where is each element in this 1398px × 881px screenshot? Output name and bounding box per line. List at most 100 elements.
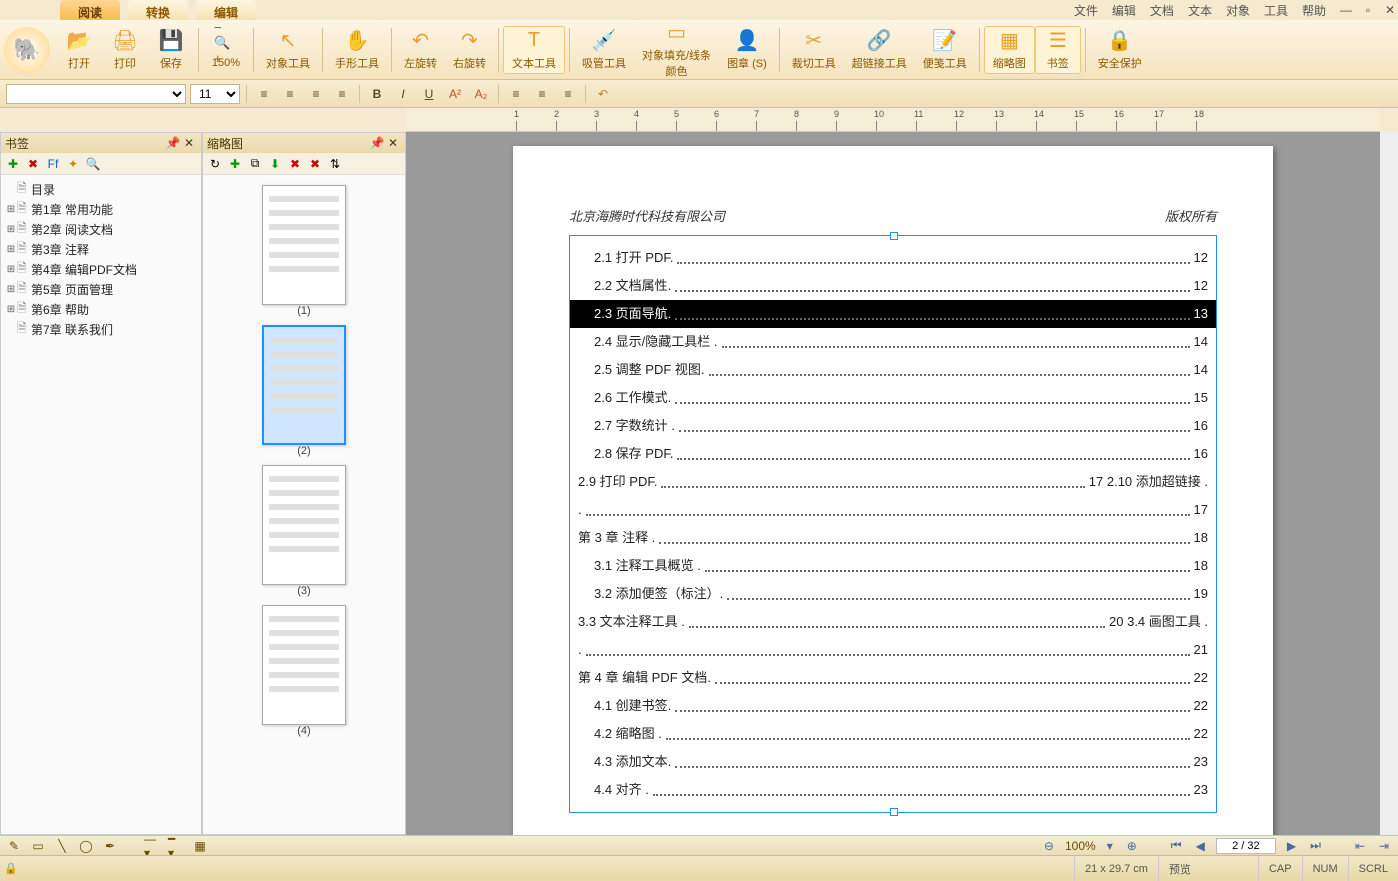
text-tool-button[interactable]: T文本工具 (503, 26, 565, 74)
menu-document[interactable]: 文档 (1144, 0, 1180, 21)
bookmark-item[interactable]: 🗎目录 (5, 179, 197, 199)
close-icon[interactable]: ✕ (1382, 2, 1398, 18)
line-style-icon[interactable]: — ▾ (144, 838, 160, 854)
save-button[interactable]: 💾保存 (148, 27, 194, 73)
bookmark-item[interactable]: ⊞🗎第1章 常用功能 (5, 199, 197, 219)
pencil-tool-icon[interactable]: ✎ (6, 838, 22, 854)
goto-bookmark-icon[interactable]: ✦ (65, 156, 81, 172)
zoom-dropdown-icon[interactable]: ▾ (1104, 839, 1116, 853)
first-page-icon[interactable]: ⏮ (1168, 838, 1185, 853)
line-spacing-3-button[interactable]: ≡ (557, 83, 579, 105)
subscript-button[interactable]: A₂ (470, 83, 492, 105)
toc-entry[interactable]: 2.2 文档属性.12 (570, 272, 1216, 300)
crop-button[interactable]: ✂裁切工具 (784, 27, 844, 73)
pen-tool-icon[interactable]: ✒ (102, 838, 118, 854)
app-logo-icon[interactable]: 🐘 (4, 27, 50, 73)
rect-tool-icon[interactable]: ▭ (30, 838, 46, 854)
ellipse-tool-icon[interactable]: ◯ (78, 838, 94, 854)
bookmark-item[interactable]: ⊞🗎第2章 阅读文档 (5, 219, 197, 239)
bookmark-item[interactable]: ⊞🗎第6章 帮助 (5, 299, 197, 319)
note-button[interactable]: 📝便笺工具 (915, 27, 975, 73)
thumbnail-page[interactable] (262, 465, 346, 585)
zoom-in-icon[interactable]: ⊕ (1124, 839, 1140, 853)
underline-button[interactable]: U (418, 83, 440, 105)
menu-edit[interactable]: 编辑 (1106, 0, 1142, 21)
add-page-icon[interactable]: ✚ (227, 156, 243, 172)
bookmark-button[interactable]: ☰书签 (1035, 26, 1081, 74)
tree-toggle-icon[interactable]: ⊞ (5, 244, 17, 255)
toc-entry[interactable]: 2.3 页面导航.13 (570, 300, 1216, 328)
prev-page-icon[interactable]: ◀ (1193, 839, 1208, 853)
vertical-scrollbar[interactable] (1380, 132, 1398, 835)
close-panel-icon[interactable]: ✕ (181, 135, 197, 151)
thumbnail-button[interactable]: ▦缩略图 (984, 26, 1035, 74)
eyedropper-button[interactable]: 💉吸管工具 (574, 27, 634, 73)
page-number-input[interactable] (1216, 838, 1276, 854)
history-forward-icon[interactable]: ⇥ (1376, 839, 1392, 853)
font-bookmark-icon[interactable]: Ff (45, 156, 61, 172)
last-page-icon[interactable]: ⏭ (1307, 838, 1324, 853)
maximize-icon[interactable]: ▫ (1360, 2, 1376, 18)
bookmark-item[interactable]: 🗎第7章 联系我们 (5, 319, 197, 339)
add-bookmark-icon[interactable]: ✚ (5, 156, 21, 172)
tree-toggle-icon[interactable]: ⊞ (5, 224, 17, 235)
pin-icon[interactable]: 📌 (165, 135, 181, 151)
zoom-out-icon[interactable]: ⊖ (1041, 839, 1057, 853)
tree-toggle-icon[interactable]: ⊞ (5, 304, 17, 315)
delete-bookmark-icon[interactable]: ✖ (25, 156, 41, 172)
rotate-thumb-icon[interactable]: ↻ (207, 156, 223, 172)
selected-text-box[interactable]: 2.1 打开 PDF.122.2 文档属性.122.3 页面导航.132.4 显… (569, 235, 1217, 813)
open-button[interactable]: 📂打开 (56, 27, 102, 73)
bookmark-item[interactable]: ⊞🗎第5章 页面管理 (5, 279, 197, 299)
superscript-button[interactable]: A² (444, 83, 466, 105)
object-tool-button[interactable]: ↖对象工具 (258, 27, 318, 73)
toc-entry[interactable]: 4.3 添加文本.23 (570, 748, 1216, 776)
copy-page-icon[interactable]: ⧉ (247, 156, 263, 172)
font-family-select[interactable] (6, 84, 186, 104)
toc-entry[interactable]: 4.2 缩略图 .22 (570, 720, 1216, 748)
delete-page-icon[interactable]: ✖ (287, 156, 303, 172)
menu-help[interactable]: 帮助 (1296, 0, 1332, 21)
align-left-button[interactable]: ≡ (253, 83, 275, 105)
rotate-left-button[interactable]: ↶左旋转 (396, 27, 445, 73)
undo-button[interactable]: ↶ (592, 83, 614, 105)
page-canvas[interactable]: 北京海腾时代科技有限公司 版权所有 2.1 打开 PDF.122.2 文档属性.… (513, 146, 1273, 835)
search-bookmark-icon[interactable]: 🔍 (85, 156, 101, 172)
tree-toggle-icon[interactable]: ⊞ (5, 264, 17, 275)
fill-line-button[interactable]: ▭对象填充/线条 颜色 (634, 19, 719, 81)
menu-text[interactable]: 文本 (1182, 0, 1218, 21)
toc-entry[interactable]: 2.5 调整 PDF 视图.14 (570, 356, 1216, 384)
close-panel-icon[interactable]: ✕ (385, 135, 401, 151)
toc-entry[interactable]: 4.4 对齐 .23 (570, 776, 1216, 804)
toc-entry[interactable]: 2.8 保存 PDF.16 (570, 440, 1216, 468)
toc-entry[interactable]: 3.2 添加便签（标注）.19 (570, 580, 1216, 608)
toc-entry[interactable]: 2.1 打开 PDF.12 (570, 244, 1216, 272)
hyperlink-button[interactable]: 🔗超链接工具 (844, 27, 915, 73)
align-center-button[interactable]: ≡ (279, 83, 301, 105)
line-spacing-1-button[interactable]: ≡ (505, 83, 527, 105)
toc-entry[interactable]: 2.9 打印 PDF.17 2.10 添加超链接 . (570, 468, 1216, 496)
menu-object[interactable]: 对象 (1220, 0, 1256, 21)
toc-entry[interactable]: .21 (570, 636, 1216, 664)
toc-entry[interactable]: 2.7 字数统计 .16 (570, 412, 1216, 440)
rotate-right-button[interactable]: ↷右旋转 (445, 27, 494, 73)
lock-status-icon[interactable]: 🔒 (0, 862, 22, 875)
toc-entry[interactable]: 2.6 工作模式.15 (570, 384, 1216, 412)
toc-entry[interactable]: 3.1 注释工具概览 .18 (570, 552, 1216, 580)
bold-button[interactable]: B (366, 83, 388, 105)
insert-page-icon[interactable]: ⬇ (267, 156, 283, 172)
toc-entry[interactable]: 2.4 显示/隐藏工具栏 .14 (570, 328, 1216, 356)
toc-entry[interactable]: 第 4 章 编辑 PDF 文档.22 (570, 664, 1216, 692)
thumbnail-page[interactable] (262, 605, 346, 725)
print-button[interactable]: 🖨打印 (102, 27, 148, 73)
align-justify-button[interactable]: ≡ (331, 83, 353, 105)
remove-page-icon[interactable]: ✖ (307, 156, 323, 172)
toc-entry[interactable]: .17 (570, 496, 1216, 524)
pin-icon[interactable]: 📌 (369, 135, 385, 151)
line-tool-icon[interactable]: ╲ (54, 838, 70, 854)
tree-toggle-icon[interactable]: ⊞ (5, 284, 17, 295)
security-button[interactable]: 🔒安全保护 (1090, 27, 1150, 73)
stamp-button[interactable]: 👤图章 (S) (719, 27, 775, 73)
next-page-icon[interactable]: ▶ (1284, 839, 1299, 853)
history-back-icon[interactable]: ⇤ (1352, 839, 1368, 853)
